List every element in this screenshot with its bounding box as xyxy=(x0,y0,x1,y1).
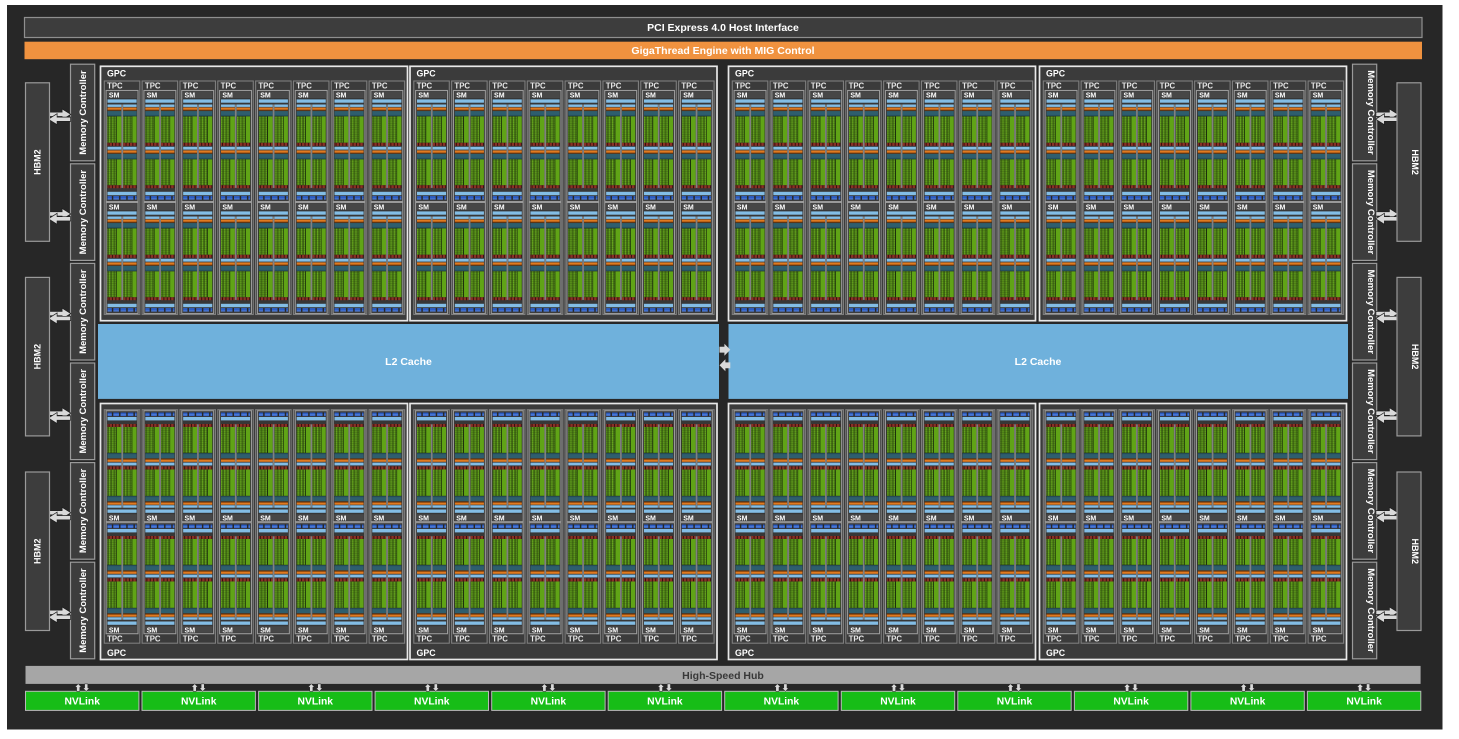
svg-text:Memory Controller: Memory Controller xyxy=(1365,369,1376,454)
svg-text:NVLink: NVLink xyxy=(764,697,800,708)
svg-text:NVLink: NVLink xyxy=(1230,697,1266,708)
svg-text:PCI Express 4.0 Host Interface: PCI Express 4.0 Host Interface xyxy=(647,22,799,34)
svg-text:High-Speed Hub: High-Speed Hub xyxy=(682,670,764,682)
svg-text:Memory Controller: Memory Controller xyxy=(78,170,89,255)
svg-text:NVLink: NVLink xyxy=(1346,697,1382,708)
svg-text:Memory Controller: Memory Controller xyxy=(78,269,89,354)
svg-text:NVLink: NVLink xyxy=(181,697,217,708)
svg-text:L2 Cache: L2 Cache xyxy=(1015,356,1062,368)
svg-text:NVLink: NVLink xyxy=(298,697,334,708)
svg-text:Memory Controller: Memory Controller xyxy=(78,70,89,155)
svg-text:NVLink: NVLink xyxy=(64,697,100,708)
svg-text:Memory Controller: Memory Controller xyxy=(78,468,89,553)
svg-text:Memory Controller: Memory Controller xyxy=(78,568,89,653)
svg-text:NVLink: NVLink xyxy=(997,697,1033,708)
svg-text:NVLink: NVLink xyxy=(1113,697,1149,708)
svg-text:NVLink: NVLink xyxy=(880,697,916,708)
svg-text:Memory Controller: Memory Controller xyxy=(1365,469,1376,554)
svg-text:HBM2: HBM2 xyxy=(1410,344,1420,370)
svg-text:NVLink: NVLink xyxy=(647,697,683,708)
svg-text:GigaThread Engine with MIG Con: GigaThread Engine with MIG Control xyxy=(631,45,814,57)
svg-text:Memory Controller: Memory Controller xyxy=(78,369,89,454)
svg-text:Memory Controller: Memory Controller xyxy=(1365,568,1376,653)
svg-text:Memory Controller: Memory Controller xyxy=(1365,170,1376,255)
svg-text:Memory Controller: Memory Controller xyxy=(1365,70,1376,155)
svg-text:HBM2: HBM2 xyxy=(1410,149,1420,175)
svg-text:HBM2: HBM2 xyxy=(33,538,43,564)
svg-text:HBM2: HBM2 xyxy=(1410,538,1420,564)
svg-text:L2 Cache: L2 Cache xyxy=(385,356,432,368)
svg-text:HBM2: HBM2 xyxy=(33,344,43,370)
svg-text:HBM2: HBM2 xyxy=(33,149,43,175)
svg-text:NVLink: NVLink xyxy=(414,697,450,708)
svg-text:NVLink: NVLink xyxy=(531,697,567,708)
svg-text:Memory Controller: Memory Controller xyxy=(1365,269,1376,354)
